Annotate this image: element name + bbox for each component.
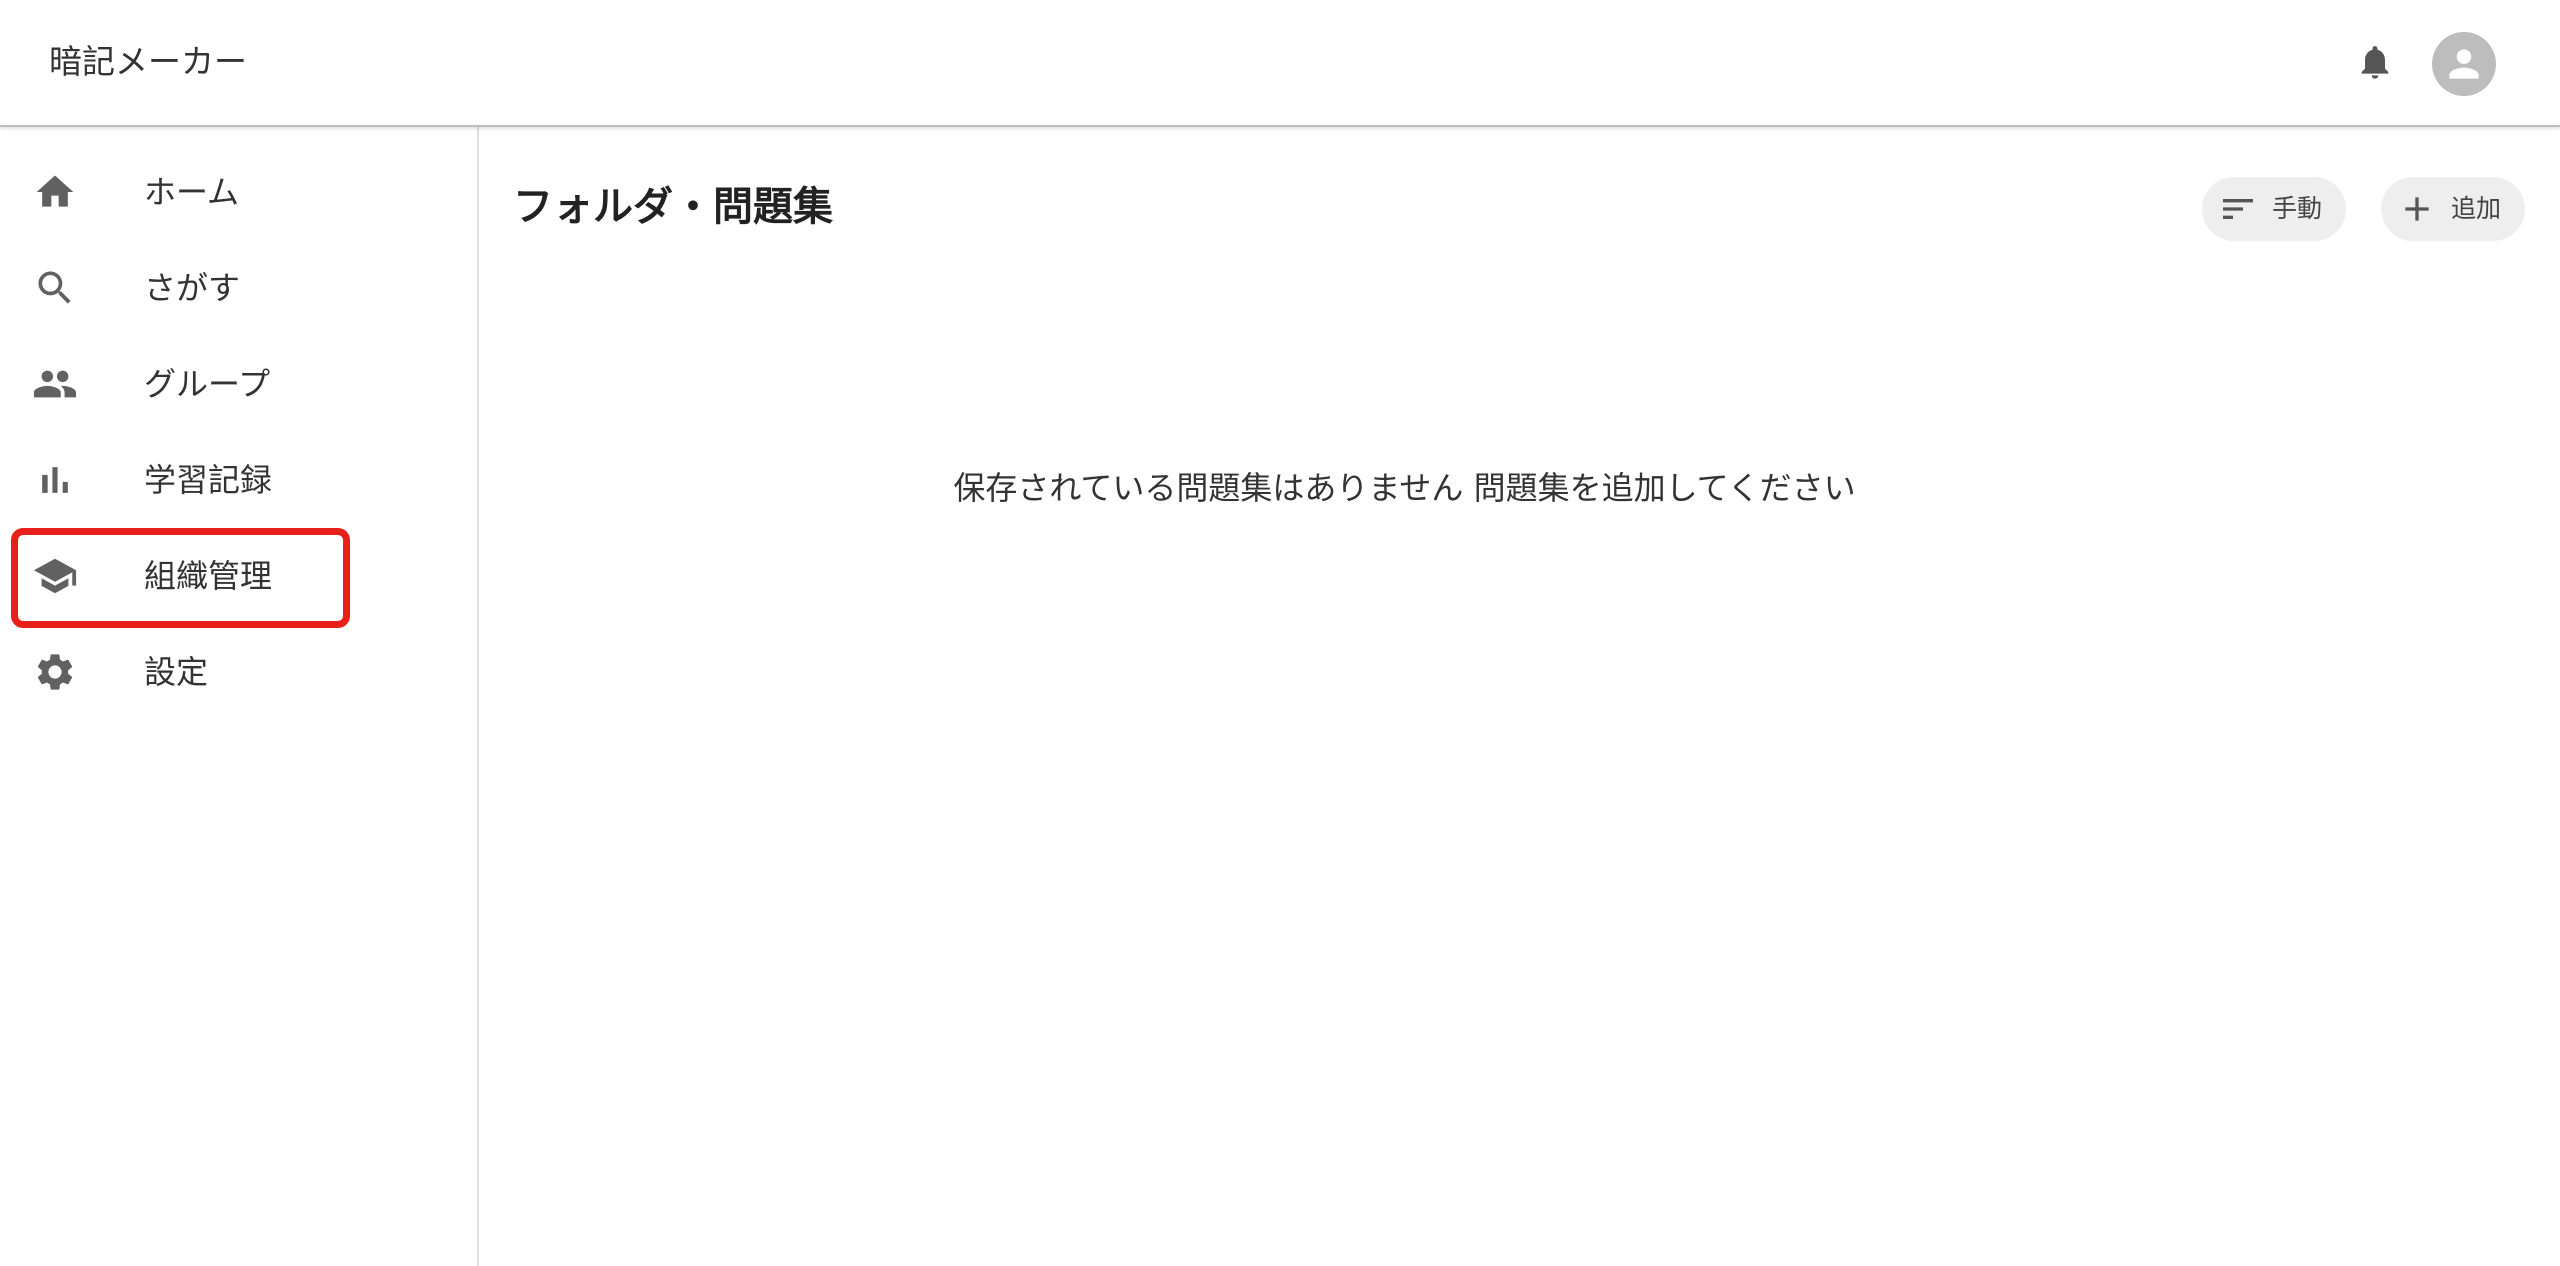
account-circle-icon <box>2449 49 2479 79</box>
add-button[interactable]: 追加 <box>2381 177 2526 241</box>
page-title: フォルダ・問題集 <box>513 184 833 230</box>
account-avatar-button[interactable] <box>2432 32 2496 96</box>
app-header: 暗記メーカー <box>0 0 2560 127</box>
plus-icon <box>2397 189 2437 229</box>
sidebar-nav: ホーム さがす グループ 学習記録 組織管理 設定 <box>0 127 479 1266</box>
sidebar-item-label: 設定 <box>144 653 209 691</box>
home-icon <box>32 169 78 215</box>
sort-button[interactable]: 手動 <box>2202 177 2347 241</box>
sidebar-item-label: ホーム <box>144 173 240 211</box>
sidebar-item-label: 学習記録 <box>144 461 273 499</box>
add-button-label: 追加 <box>2451 195 2502 223</box>
gear-icon <box>32 649 78 695</box>
sort-icon <box>2218 189 2258 229</box>
notifications-button[interactable] <box>2350 37 2400 87</box>
empty-state-message: 保存されている問題集はありません 問題集を追加してください <box>953 469 1856 507</box>
bell-icon <box>2361 46 2389 79</box>
school-icon <box>32 553 78 599</box>
sidebar-item-group[interactable]: グループ <box>0 336 477 432</box>
main-content: フォルダ・問題集 手動 追加 保存されている問題集はありません 問題集を追加して… <box>479 127 2560 1266</box>
sidebar-item-settings[interactable]: 設定 <box>0 624 477 720</box>
sidebar-item-organization[interactable]: 組織管理 <box>0 528 477 624</box>
people-icon <box>32 361 78 407</box>
sidebar-item-label: さがす <box>144 269 241 307</box>
search-icon <box>32 265 78 311</box>
sort-button-label: 手動 <box>2272 195 2323 223</box>
app-title[interactable]: 暗記メーカー <box>49 40 247 84</box>
bar-chart-icon <box>32 457 78 503</box>
sidebar-item-home[interactable]: ホーム <box>0 144 477 240</box>
sidebar-item-label: グループ <box>144 365 271 403</box>
sidebar-item-search[interactable]: さがす <box>0 240 477 336</box>
sidebar-item-label: 組織管理 <box>144 557 273 595</box>
